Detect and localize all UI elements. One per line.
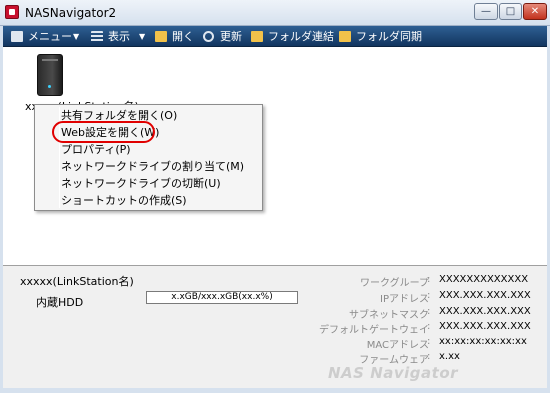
maximize-button[interactable]: □ — [499, 3, 522, 20]
info-row-firmware: ファームウェア : x.xx — [3, 351, 547, 366]
menu-icon — [11, 31, 23, 42]
info-value: XXX.XXX.XXX.XXX — [439, 306, 531, 317]
info-colon: : — [427, 321, 431, 332]
info-colon: : — [427, 290, 431, 301]
refresh-button[interactable]: 更新 — [203, 29, 245, 44]
minimize-button[interactable]: — — [474, 3, 498, 20]
info-row-default-gateway: デフォルトゲートウェイ : XXX.XXX.XXX.XXX — [3, 321, 547, 336]
info-colon: : — [427, 351, 431, 362]
folder-sync-label: フォルダ同期 — [356, 30, 422, 43]
title-bar: NASNavigator2 — □ ✕ — [0, 0, 550, 26]
nas-device-icon[interactable] — [37, 54, 63, 96]
chevron-down-icon: ▼ — [139, 32, 146, 41]
info-row-subnet-mask: サブネットマスク : XXX.XXX.XXX.XXX — [3, 306, 547, 321]
info-row-mac-address: MACアドレス : xx:xx:xx:xx:xx:xx — [3, 336, 547, 351]
window-frame-bottom — [0, 388, 550, 393]
info-panel: xxxxx(LinkStation名) 内蔵HDD x.xGB/xxx.xGB(… — [3, 265, 547, 388]
window-title: NASNavigator2 — [25, 6, 117, 20]
info-colon: : — [427, 274, 431, 285]
info-key: ワークグループ — [360, 278, 429, 289]
folder-link-button[interactable]: フォルダ連結 — [251, 29, 334, 44]
menu-label: メニュー — [28, 30, 72, 43]
close-button[interactable]: ✕ — [523, 3, 547, 20]
info-colon: : — [427, 336, 431, 347]
menu-item-map-network-drive[interactable]: ネットワークドライブの割り当て(M) — [35, 158, 262, 175]
app-icon — [5, 5, 19, 19]
folder-icon — [155, 31, 167, 42]
context-menu: 共有フォルダを開く(O) Web設定を開く(W) プロパティ(P) ネットワーク… — [34, 104, 263, 211]
info-value: XXX.XXX.XXX.XXX — [439, 321, 531, 332]
info-value: xx:xx:xx:xx:xx:xx — [439, 336, 527, 347]
info-row-workgroup: ワークグループ : XXXXXXXXXXXXX — [3, 274, 547, 289]
info-value: XXX.XXX.XXX.XXX — [439, 290, 531, 301]
toolbar: メニュー ▼ 表示 ▼ 開く 更新 フォルダ連結 フォルダ同期 — [3, 26, 547, 47]
folder-link-icon — [251, 31, 263, 42]
info-colon: : — [427, 306, 431, 317]
info-value: x.xx — [439, 351, 460, 362]
view-label: 表示 — [108, 30, 130, 43]
menu-button[interactable]: メニュー ▼ — [11, 29, 81, 44]
folder-link-label: フォルダ連結 — [268, 30, 334, 43]
chevron-down-icon: ▼ — [73, 32, 80, 41]
app-watermark: NAS Navigator — [328, 364, 459, 382]
info-key: サブネットマスク — [349, 310, 429, 321]
open-label: 開く — [172, 30, 194, 43]
folder-sync-button[interactable]: フォルダ同期 — [339, 29, 422, 44]
open-button[interactable]: 開く — [155, 29, 195, 44]
info-key: デフォルトゲートウェイ — [319, 325, 429, 336]
view-button[interactable]: 表示 ▼ — [91, 29, 149, 44]
menu-item-open-shared-folder[interactable]: 共有フォルダを開く(O) — [35, 107, 262, 124]
refresh-icon — [203, 31, 214, 42]
view-icon — [91, 31, 103, 42]
menu-item-properties[interactable]: プロパティ(P) — [35, 141, 262, 158]
info-value: XXXXXXXXXXXXX — [439, 274, 529, 285]
menu-item-create-shortcut[interactable]: ショートカットの作成(S) — [35, 192, 262, 209]
menu-item-disconnect-network-drive[interactable]: ネットワークドライブの切断(U) — [35, 175, 262, 192]
menu-item-open-web-settings[interactable]: Web設定を開く(W) — [35, 124, 262, 141]
refresh-label: 更新 — [220, 30, 242, 43]
info-key: MACアドレス — [366, 340, 429, 351]
info-row-ip-address: IPアドレス : XXX.XXX.XXX.XXX — [3, 290, 547, 305]
info-key: IPアドレス — [380, 294, 429, 305]
folder-sync-icon — [339, 31, 351, 42]
